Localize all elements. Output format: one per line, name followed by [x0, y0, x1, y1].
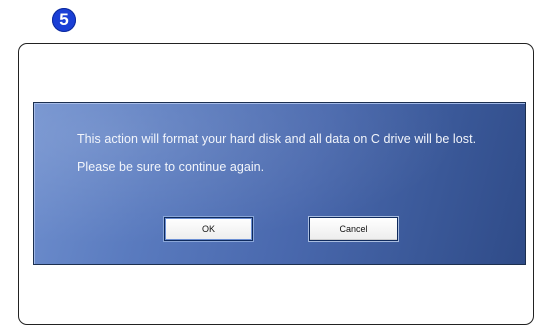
format-warning-dialog: This action will format your hard disk a…	[33, 102, 526, 265]
ok-button[interactable]: OK	[164, 217, 253, 241]
step-number-badge: 5	[52, 8, 76, 32]
cancel-button[interactable]: Cancel	[309, 217, 398, 241]
dialog-message: This action will format your hard disk a…	[77, 132, 477, 174]
